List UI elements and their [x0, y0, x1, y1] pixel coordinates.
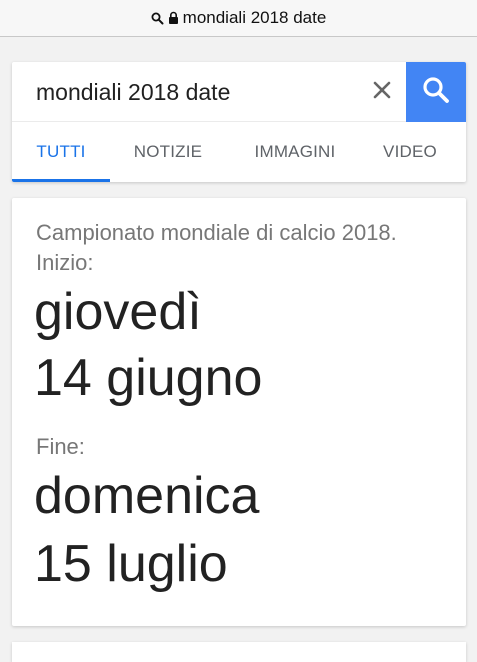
end-day: domenica: [34, 467, 260, 525]
search-tabs: TUTTI NOTIZIE IMMAGINI VIDEO: [12, 122, 466, 182]
start-date: 14 giugno: [34, 349, 263, 407]
close-icon: [372, 80, 392, 105]
answer-card: Campionato mondiale di calcio 2018. Iniz…: [12, 198, 466, 626]
address-bar-content[interactable]: mondiali 2018 date: [151, 8, 327, 28]
search-card: TUTTI NOTIZIE IMMAGINI VIDEO: [12, 62, 466, 182]
end-date: 15 luglio: [34, 535, 228, 593]
next-result-card: [12, 642, 466, 662]
search-row: [12, 62, 466, 122]
end-label: Fine:: [36, 434, 85, 459]
lock-icon: [168, 11, 179, 25]
tab-tutti[interactable]: TUTTI: [12, 122, 110, 182]
search-icon: [151, 12, 164, 25]
tab-notizie[interactable]: NOTIZIE: [118, 122, 218, 182]
clear-search-button[interactable]: [364, 74, 400, 110]
address-bar[interactable]: mondiali 2018 date: [0, 0, 477, 37]
address-bar-url: mondiali 2018 date: [182, 8, 327, 27]
search-icon: [421, 75, 451, 110]
answer-subtitle: Campionato mondiale di calcio 2018. Iniz…: [36, 220, 397, 275]
tab-video[interactable]: VIDEO: [372, 122, 448, 182]
search-input[interactable]: [36, 76, 356, 108]
search-button[interactable]: [406, 62, 466, 122]
start-day: giovedì: [34, 283, 202, 341]
tab-immagini[interactable]: IMMAGINI: [240, 122, 350, 182]
